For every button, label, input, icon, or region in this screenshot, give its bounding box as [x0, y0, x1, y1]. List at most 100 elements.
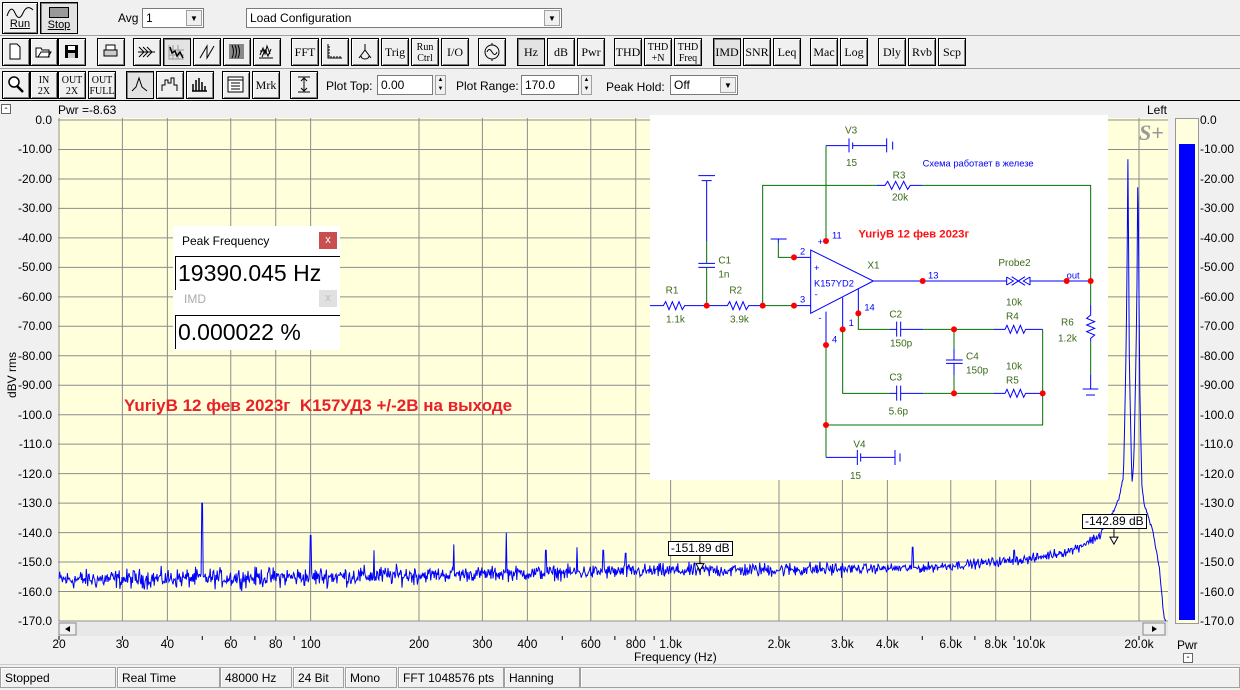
x-tick-label: 300: [472, 637, 493, 651]
pin-11: 11: [832, 230, 842, 240]
meter-tick-label: -110.0: [1200, 437, 1234, 452]
x-tick-label: 80: [269, 637, 283, 651]
plus-sign: +: [818, 237, 823, 247]
status-cell: 48000 Hz: [220, 667, 292, 688]
meter-tick-label: -160.0: [1200, 584, 1235, 599]
x-tick-label: 100: [300, 637, 321, 651]
value-r4: 10k: [1006, 297, 1023, 308]
horizontal-scrollbar[interactable]: [58, 622, 1168, 636]
label-c2: C2: [889, 309, 902, 320]
x-tick-label: 8.0k: [984, 637, 1008, 651]
x-tick-label: 3.0k: [831, 637, 854, 651]
x-tick-label: 1.0k: [659, 637, 682, 651]
x-tick-label: 2.0k: [767, 637, 791, 651]
label-r2: R2: [729, 285, 742, 296]
meter-tick-label: 0.0: [1200, 113, 1217, 127]
label-r5: R5: [1006, 376, 1019, 387]
meter-tick-label: -70.00: [1200, 319, 1235, 334]
value-v4: 15: [850, 471, 862, 480]
label-probe: Probe2: [998, 258, 1031, 269]
power-meter-fill: [1179, 144, 1195, 620]
label-opamp: K157YD2: [814, 278, 854, 288]
pin-4: 4: [832, 334, 837, 344]
meter-tick-label: -100.0: [1200, 407, 1235, 422]
plot-annotation: YuriyB 12 фев 2023г K157УД3 +/-2В на вых…: [124, 396, 513, 415]
meter-tick-label: -50.00: [1200, 260, 1235, 275]
logo: S+: [1139, 120, 1164, 145]
pin-2: 2: [800, 246, 805, 256]
x-tick-label: 800: [625, 637, 646, 651]
value-c2: 150p: [890, 339, 913, 350]
meter-collapse-button[interactable]: -: [1183, 653, 1193, 663]
label-r4: R4: [1006, 311, 1019, 322]
power-meter: [1175, 118, 1199, 624]
meter-tick-label: -150.0: [1200, 555, 1235, 570]
label-r6: R6: [1061, 318, 1074, 329]
x-tick-label: 10.0k: [1015, 637, 1046, 651]
value-r2: 3.9k: [730, 314, 750, 325]
meter-tick-label: -140.0: [1200, 525, 1235, 540]
imd-value: 0.000022 %: [175, 315, 340, 349]
label-r1: R1: [666, 285, 679, 296]
x-tick-label: 30: [115, 637, 130, 651]
minus-sign: -: [815, 290, 818, 300]
meter-tick-label: -130.0: [1200, 496, 1235, 511]
pin-14: 14: [864, 302, 874, 312]
label-v3: V3: [845, 125, 858, 136]
value-c1: 1n: [718, 270, 729, 281]
pin-3: 3: [800, 294, 805, 304]
pin-1: 1: [849, 318, 854, 328]
meter-tick-label: -170.0: [1200, 614, 1235, 628]
x-tick-label: 60: [224, 637, 238, 651]
meter-label: Pwr: [1177, 638, 1198, 652]
x-tick-label: 20.0k: [1124, 637, 1154, 651]
meter-tick-label: -60.00: [1200, 289, 1235, 304]
peak-frequency-window: Peak Frequency x 19390.045 Hz IMD x 0.00…: [173, 226, 340, 350]
value-r3: 20k: [892, 192, 909, 203]
label-c1: C1: [718, 255, 731, 266]
label-c3: C3: [889, 373, 902, 384]
imd-window-close-button[interactable]: x: [319, 290, 337, 307]
x-tick-label: 4.0k: [876, 637, 899, 651]
label-c4: C4: [966, 351, 979, 362]
status-cell: Stopped: [0, 667, 116, 688]
value-c3: 5.6p: [889, 406, 909, 417]
schematic-note: Схема работает в железе: [923, 158, 1034, 168]
marker-readout[interactable]: -151.89 dB: [667, 540, 733, 556]
meter-tick-label: -10.00: [1200, 142, 1235, 157]
status-cell: Real Time: [117, 667, 220, 688]
x-tick-label: 200: [408, 637, 430, 651]
marker-readout[interactable]: -142.89 dB: [1081, 514, 1147, 530]
status-cell: 24 Bit: [293, 667, 344, 688]
value-v3: 15: [846, 158, 858, 169]
minus-sign: -: [818, 313, 821, 323]
meter-tick-label: -40.00: [1200, 230, 1235, 245]
meter-tick-label: -90.00: [1200, 378, 1235, 393]
x-tick-label: 400: [517, 637, 538, 651]
circuit-schematic-image: V3 15 R3 20k C1 1n R1 1.1k R2 3.9k X1 C2…: [650, 115, 1108, 480]
label-out: out: [1067, 270, 1080, 280]
pin-13: 13: [928, 270, 938, 280]
x-tick-label: 40: [160, 637, 175, 651]
status-cell: FFT 1048576 pts: [398, 667, 504, 688]
label-v4: V4: [853, 440, 866, 451]
value-c4: 150p: [966, 366, 989, 377]
peak-window-close-button[interactable]: x: [319, 232, 337, 249]
value-r6: 1.2k: [1058, 334, 1078, 345]
label-x1: X1: [867, 260, 880, 271]
imd-window-title: IMD: [184, 292, 206, 306]
status-cell: [580, 667, 1240, 688]
plus-sign: +: [814, 263, 819, 273]
status-cell: Mono: [345, 667, 397, 688]
x-axis-title: Frequency (Hz): [634, 650, 717, 664]
meter-tick-label: -20.00: [1200, 171, 1235, 186]
label-r3: R3: [893, 170, 906, 181]
peak-window-title: Peak Frequency: [182, 234, 270, 248]
meter-tick-label: -120.0: [1200, 466, 1235, 481]
meter-tick-label: -30.00: [1200, 201, 1235, 216]
x-tick-label: 6.0k: [939, 637, 963, 651]
x-tick-label: 600: [580, 637, 601, 651]
schematic-author-label: YuriyB 12 фев 2023г: [858, 228, 969, 240]
peak-frequency-value: 19390.045 Hz: [175, 256, 340, 290]
status-cell: Hanning: [504, 667, 580, 688]
